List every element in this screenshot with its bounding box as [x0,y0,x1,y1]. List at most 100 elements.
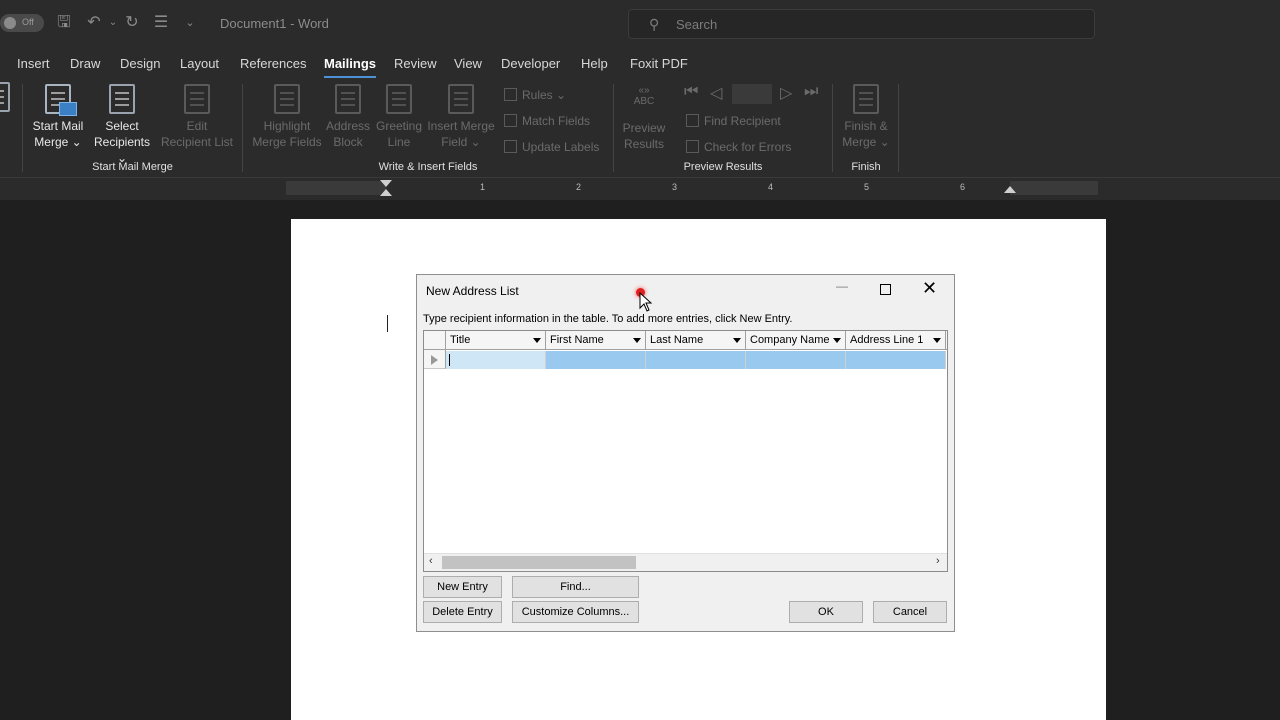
address-block-button[interactable]: Address Block [324,84,372,150]
highlight-merge-fields-button[interactable]: Highlight Merge Fields [250,84,324,150]
match-fields-icon [504,114,517,127]
edit-recipient-list-button[interactable]: Edit Recipient List [158,84,236,150]
ok-button[interactable]: OK [789,601,863,623]
current-row-icon [431,355,438,365]
check-errors-button[interactable]: Check for Errors [686,140,791,154]
tab-view[interactable]: View [454,56,482,71]
finish-merge-button[interactable]: Finish & Merge ⌄ [838,84,894,150]
tab-references[interactable]: References [240,56,306,71]
address-grid[interactable]: Title First Name Last Name Company Name … [423,330,948,572]
first-line-indent-marker[interactable] [380,180,392,187]
column-header-last-name[interactable]: Last Name [646,331,746,350]
update-labels-button[interactable]: Update Labels [504,140,599,154]
tab-help[interactable]: Help [581,56,608,71]
tab-developer[interactable]: Developer [501,56,560,71]
new-address-list-dialog: New Address List — ✕ Type recipient info… [416,274,955,632]
preview-results-button[interactable]: «» ABC Preview Results [620,86,668,152]
sort-dropdown-icon[interactable] [933,338,941,343]
address-block-icon [335,84,361,114]
check-errors-icon [686,140,699,153]
tab-draw[interactable]: Draw [70,56,100,71]
rules-icon [504,88,517,101]
search-box[interactable]: ⚲ Search [628,9,1095,39]
sort-dropdown-icon[interactable] [733,338,741,343]
grid-header: Title First Name Last Name Company Name … [424,331,947,350]
previous-record-icon[interactable]: ◁ [710,83,722,103]
scroll-right-icon[interactable]: › [936,555,940,567]
ribbon-tabs: Insert Draw Design Layout References Mai… [0,48,1280,79]
first-record-icon[interactable]: ⏮ [684,83,698,101]
labels-button-partial[interactable]: ls [0,82,12,116]
cell-company-name[interactable] [746,351,846,369]
tab-foxit-pdf[interactable]: Foxit PDF [630,56,688,71]
find-button[interactable]: Find... [512,576,639,598]
save-icon[interactable]: 🖫 [54,12,74,34]
match-fields-button[interactable]: Match Fields [504,114,590,128]
tab-mailings[interactable]: Mailings [324,56,377,79]
abc-icon: ABC [633,96,655,107]
new-entry-button[interactable]: New Entry [423,576,502,598]
tab-review[interactable]: Review [394,56,437,71]
document-title: Document1 - Word [220,16,329,31]
customize-toolbar-icon[interactable]: ⌄ [180,12,200,34]
last-record-icon[interactable]: ⏭ [804,83,818,101]
select-recipients-button[interactable]: Select Recipients ⌄ [88,84,156,166]
edit-list-icon [184,84,210,114]
ribbon: ls Start Mail Merge ⌄ Select Recipients … [0,78,1280,178]
redo-icon[interactable]: ↻ [122,12,142,34]
group-label-finish: Finish [851,161,881,173]
insert-merge-field-button[interactable]: Insert Merge Field ⌄ [426,84,496,150]
finish-merge-icon [853,84,879,114]
sort-dropdown-icon[interactable] [833,338,841,343]
next-record-icon[interactable]: ▷ [780,83,792,103]
greeting-line-button[interactable]: Greeting Line [372,84,426,150]
scrollbar-thumb[interactable] [442,556,636,569]
text-caret [387,315,388,332]
tab-insert[interactable]: Insert [17,56,50,71]
group-label-start-mail-merge: Start Mail Merge [92,161,173,173]
cell-title[interactable] [446,351,546,369]
tab-design[interactable]: Design [120,56,160,71]
hanging-indent-marker[interactable] [380,189,392,196]
preview-arrows-icon: «» [638,85,650,96]
sort-dropdown-icon[interactable] [633,338,641,343]
customize-columns-button[interactable]: Customize Columns... [512,601,639,623]
recipients-icon [109,84,135,114]
minimize-icon[interactable]: — [836,279,848,293]
column-header-title[interactable]: Title [446,331,546,350]
tab-layout[interactable]: Layout [180,56,219,71]
cell-last-name[interactable] [646,351,746,369]
mouse-pointer-icon [639,292,653,312]
horizontal-ruler[interactable]: 1 2 3 4 5 6 [286,181,1098,195]
group-label-preview-results: Preview Results [683,161,763,173]
record-number-field[interactable] [732,84,772,104]
title-bar: Off 🖫 ↶ ⌄ ↻ ☰ ⌄ Document1 - Word ⚲ Searc… [0,0,1280,48]
find-recipient-icon [686,114,699,127]
find-recipient-button[interactable]: Find Recipient [686,114,781,128]
autosave-toggle[interactable]: Off [0,14,44,32]
scroll-left-icon[interactable]: ‹ [429,555,433,567]
cell-first-name[interactable] [546,351,646,369]
labels-icon [0,82,10,112]
maximize-icon[interactable] [880,284,891,295]
sort-dropdown-icon[interactable] [533,338,541,343]
undo-dropdown-icon[interactable]: ⌄ [103,12,123,34]
cell-address-line-1[interactable] [846,351,946,369]
dialog-title: New Address List [426,284,519,298]
undo-icon[interactable]: ↶ [84,12,104,34]
update-labels-icon [504,140,517,153]
dialog-instructions: Type recipient information in the table.… [423,313,793,325]
close-icon[interactable]: ✕ [922,278,937,299]
delete-entry-button[interactable]: Delete Entry [423,601,502,623]
rules-button[interactable]: Rules ⌄ [504,88,566,102]
cancel-button[interactable]: Cancel [873,601,947,623]
column-header-address-line-1[interactable]: Address Line 1 [846,331,946,350]
search-placeholder: Search [676,17,718,32]
start-mail-merge-button[interactable]: Start Mail Merge ⌄ [28,84,88,150]
row-selector[interactable] [424,350,446,369]
right-indent-marker[interactable] [1004,186,1016,193]
column-header-company-name[interactable]: Company Name [746,331,846,350]
horizontal-scrollbar[interactable]: ‹ › [424,553,947,571]
list-icon[interactable]: ☰ [151,12,171,34]
column-header-first-name[interactable]: First Name [546,331,646,350]
